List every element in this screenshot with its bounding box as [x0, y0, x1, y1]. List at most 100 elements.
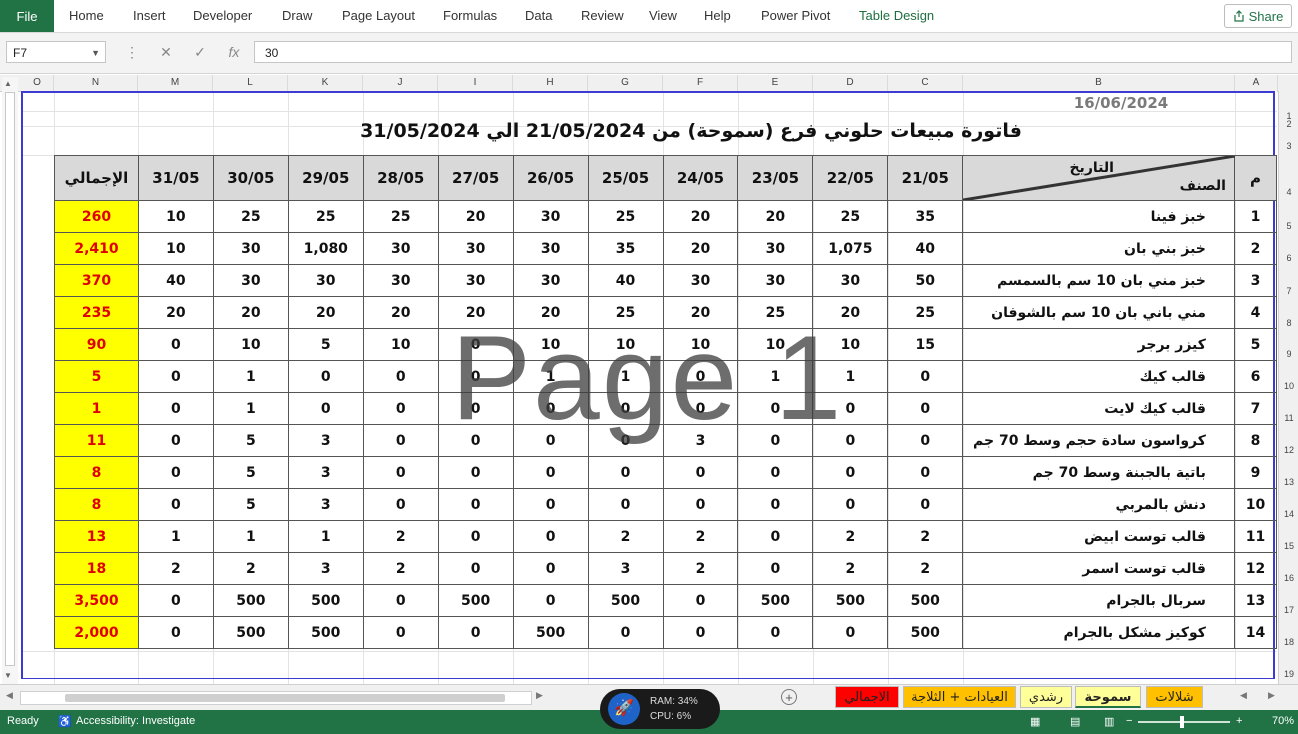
column-header[interactable]: E [738, 75, 813, 91]
total-cell[interactable]: 5 [54, 360, 139, 393]
qty-cell[interactable]: 30 [287, 264, 364, 297]
item-number-cell[interactable]: 11 [1233, 520, 1278, 553]
item-name-cell[interactable]: كرواسون سادة حجم وسط 70 جم [962, 424, 1235, 457]
tab-insert[interactable]: Insert [133, 8, 166, 23]
qty-cell[interactable]: 0 [512, 424, 589, 457]
total-cell[interactable]: 3,500 [54, 584, 139, 617]
qty-cell[interactable]: 0 [737, 456, 814, 489]
item-name-cell[interactable]: قالب توست ابيض [962, 520, 1235, 553]
qty-cell[interactable]: 0 [512, 520, 589, 553]
item-number-cell[interactable]: 6 [1233, 360, 1278, 393]
name-box[interactable]: F7 ▼ [6, 41, 106, 63]
row-header[interactable]: 14 [1279, 509, 1298, 519]
column-header[interactable]: N [54, 75, 138, 91]
total-cell[interactable]: 8 [54, 488, 139, 521]
qty-cell[interactable]: 1 [587, 360, 664, 393]
qty-cell[interactable]: 20 [212, 296, 289, 329]
zoom-level[interactable]: 70% [1272, 715, 1294, 727]
qty-cell[interactable]: 10 [812, 328, 889, 361]
item-number-cell[interactable]: 5 [1233, 328, 1278, 361]
qty-cell[interactable]: 0 [662, 456, 739, 489]
qty-cell[interactable]: 2 [812, 552, 889, 585]
column-header[interactable]: H [513, 75, 588, 91]
total-cell[interactable]: 8 [54, 456, 139, 489]
qty-cell[interactable]: 20 [662, 296, 739, 329]
tab-power-pivot[interactable]: Power Pivot [761, 8, 830, 23]
item-name-cell[interactable]: قالب توست اسمر [962, 552, 1235, 585]
item-number-cell[interactable]: 9 [1233, 456, 1278, 489]
qty-cell[interactable]: 0 [287, 392, 364, 425]
qty-cell[interactable]: 2 [662, 520, 739, 553]
scroll-up-icon[interactable]: ▲ [4, 79, 12, 88]
row-header[interactable]: 15 [1279, 541, 1298, 551]
qty-cell[interactable]: 500 [587, 584, 664, 617]
qty-cell[interactable]: 30 [212, 264, 289, 297]
qty-cell[interactable]: 30 [362, 232, 439, 265]
qty-cell[interactable]: 0 [737, 520, 814, 553]
qty-cell[interactable]: 30 [737, 264, 814, 297]
sheet-tab-smouha[interactable]: سموحة [1075, 686, 1141, 708]
item-number-cell[interactable]: 10 [1233, 488, 1278, 521]
qty-cell[interactable]: 10 [212, 328, 289, 361]
qty-cell[interactable]: 1,075 [812, 232, 889, 265]
qty-cell[interactable]: 0 [812, 424, 889, 457]
qty-cell[interactable]: 0 [362, 392, 439, 425]
qty-cell[interactable]: 500 [737, 584, 814, 617]
qty-cell[interactable]: 3 [287, 552, 364, 585]
qty-cell[interactable]: 0 [437, 328, 514, 361]
column-header[interactable]: J [363, 75, 438, 91]
total-cell[interactable]: 370 [54, 264, 139, 297]
tab-page-layout[interactable]: Page Layout [342, 8, 415, 23]
header-date[interactable]: 30/05 [212, 155, 289, 201]
qty-cell[interactable]: 0 [737, 552, 814, 585]
qty-cell[interactable]: 1 [287, 520, 364, 553]
row-header[interactable]: 13 [1279, 477, 1298, 487]
item-number-cell[interactable]: 7 [1233, 392, 1278, 425]
item-number-cell[interactable]: 13 [1233, 584, 1278, 617]
qty-cell[interactable]: 30 [737, 232, 814, 265]
qty-cell[interactable]: 0 [137, 424, 214, 457]
qty-cell[interactable]: 2 [812, 520, 889, 553]
qty-cell[interactable]: 0 [512, 584, 589, 617]
qty-cell[interactable]: 0 [137, 392, 214, 425]
tab-review[interactable]: Review [581, 8, 624, 23]
item-name-cell[interactable]: كيزر برجر [962, 328, 1235, 361]
qty-cell[interactable]: 2 [662, 552, 739, 585]
tab-draw[interactable]: Draw [282, 8, 312, 23]
sheet-tab-total[interactable]: الاجمالي [835, 686, 899, 708]
qty-cell[interactable]: 0 [362, 424, 439, 457]
qty-cell[interactable]: 0 [137, 328, 214, 361]
item-name-cell[interactable]: خبز بني بان [962, 232, 1235, 265]
qty-cell[interactable]: 500 [887, 616, 964, 649]
qty-cell[interactable]: 0 [137, 488, 214, 521]
qty-cell[interactable]: 5 [212, 456, 289, 489]
header-date[interactable]: 26/05 [512, 155, 589, 201]
qty-cell[interactable]: 40 [587, 264, 664, 297]
worksheet[interactable]: 16/06/2024 فاتورة مبيعات حلوني فرع (سموح… [21, 91, 1278, 684]
qty-cell[interactable]: 3 [662, 424, 739, 457]
row-header[interactable]: 4 [1279, 187, 1298, 197]
column-header[interactable]: M [138, 75, 213, 91]
qty-cell[interactable]: 20 [287, 296, 364, 329]
qty-cell[interactable]: 30 [437, 264, 514, 297]
row-header[interactable]: 12 [1279, 445, 1298, 455]
item-name-cell[interactable]: كوكيز مشكل بالجرام [962, 616, 1235, 649]
item-number-cell[interactable]: 2 [1233, 232, 1278, 265]
qty-cell[interactable]: 1 [212, 520, 289, 553]
qty-cell[interactable]: 25 [287, 200, 364, 233]
item-name-cell[interactable]: سربال بالجرام [962, 584, 1235, 617]
qty-cell[interactable]: 0 [812, 392, 889, 425]
resource-monitor-widget[interactable]: 🚀 RAM: 34% CPU: 6% [600, 689, 720, 729]
page-break-view-icon[interactable]: ▥ [1104, 715, 1114, 728]
row-header[interactable]: 6 [1279, 253, 1298, 263]
header-date[interactable]: 28/05 [362, 155, 439, 201]
qty-cell[interactable]: 500 [887, 584, 964, 617]
header-date[interactable]: 21/05 [887, 155, 964, 201]
horizontal-scrollbar[interactable] [20, 691, 532, 705]
qty-cell[interactable]: 10 [737, 328, 814, 361]
qty-cell[interactable]: 10 [362, 328, 439, 361]
qty-cell[interactable]: 0 [137, 456, 214, 489]
row-header[interactable]: 11 [1279, 413, 1298, 423]
column-header[interactable]: B [963, 75, 1235, 91]
qty-cell[interactable]: 0 [737, 392, 814, 425]
